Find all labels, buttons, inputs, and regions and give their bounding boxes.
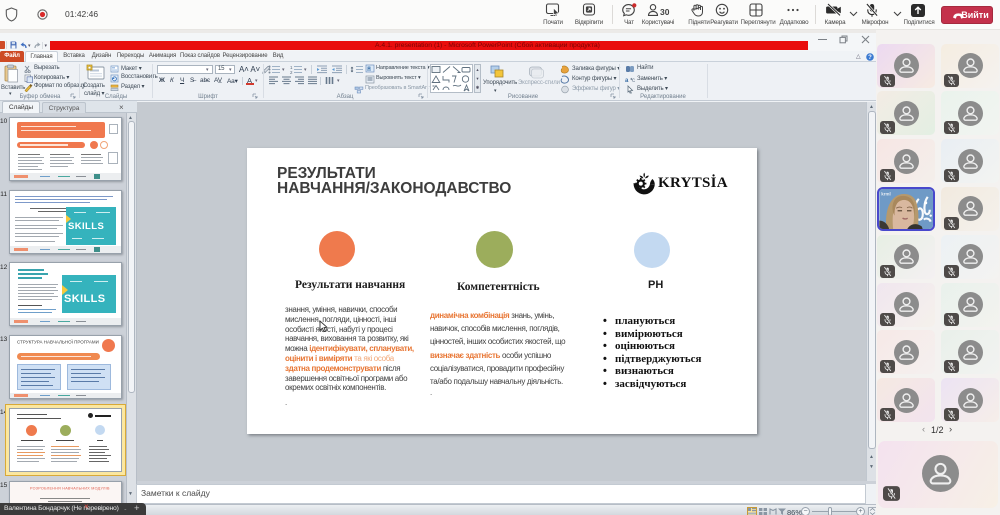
svg-text:?: ? [868, 55, 872, 61]
svg-text:krml: krml [881, 191, 890, 196]
svg-text:a: a [625, 78, 629, 84]
svg-text:c: c [632, 78, 635, 84]
svg-text:2: 2 [290, 70, 293, 74]
